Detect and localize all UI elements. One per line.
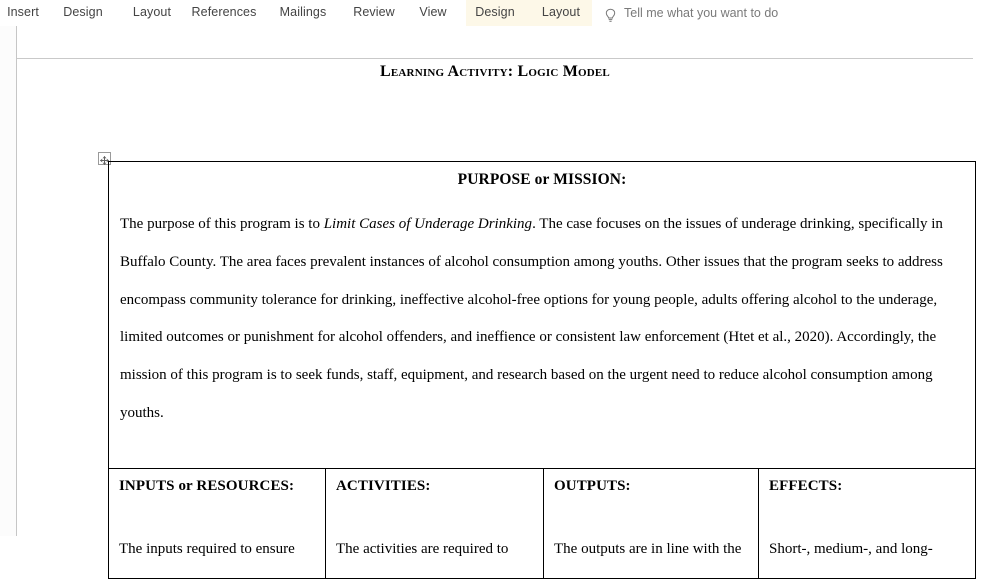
- ribbon-tab-mailings[interactable]: Mailings: [272, 0, 334, 26]
- column-body-effects: Short-, medium-, and long-: [769, 541, 933, 557]
- column-body-inputs: The inputs required to ensure: [119, 541, 295, 557]
- purpose-body-text: The purpose of this program is to Limit …: [120, 206, 964, 433]
- ribbon-tab-table-layout[interactable]: Layout: [534, 0, 588, 26]
- ribbon-tab-strip: Insert Design Layout References Mailings…: [0, 0, 988, 26]
- column-body-activities: The activities are required to: [336, 541, 509, 557]
- column-heading-effects: EFFECTS:: [769, 478, 843, 494]
- column-heading-inputs: INPUTS or RESOURCES:: [119, 478, 295, 494]
- column-cell-effects[interactable]: EFFECTS: Short-, medium-, and long-: [757, 468, 977, 579]
- tell-me-label: Tell me what you want to do: [624, 6, 779, 20]
- purpose-text-part-1: The purpose of this program is to: [120, 216, 324, 232]
- ribbon-tab-review[interactable]: Review: [348, 0, 400, 26]
- lightbulb-icon: [604, 6, 617, 22]
- logic-model-table[interactable]: PURPOSE or MISSION: The purpose of this …: [107, 161, 977, 579]
- page-left-gutter: [0, 26, 16, 536]
- ribbon-tab-table-design[interactable]: Design: [468, 0, 522, 26]
- ribbon-tab-design[interactable]: Design: [56, 0, 110, 26]
- document-title: Learning Activity: Logic Model: [380, 63, 610, 80]
- purpose-heading: PURPOSE or MISSION:: [457, 171, 627, 188]
- purpose-italic-phrase: Limit Cases of Underage Drinking: [323, 216, 533, 232]
- purpose-text-part-2: . The case focuses on the issues of unde…: [120, 216, 943, 421]
- column-cell-activities[interactable]: ACTIVITIES: The activities are required …: [325, 468, 544, 579]
- column-cell-outputs[interactable]: OUTPUTS: The outputs are in line with th…: [543, 468, 759, 579]
- tell-me-search[interactable]: Tell me what you want to do: [604, 0, 778, 26]
- ribbon-tab-insert[interactable]: Insert: [0, 0, 46, 26]
- column-cell-inputs[interactable]: INPUTS or RESOURCES: The inputs required…: [108, 468, 326, 579]
- page-left-border: [16, 26, 17, 536]
- header-body-divider: [17, 58, 973, 59]
- column-body-outputs: The outputs are in line with the: [554, 541, 742, 557]
- column-heading-outputs: OUTPUTS:: [554, 478, 631, 494]
- document-canvas[interactable]: Learning Activity: Logic Model PURPOSE o…: [0, 26, 988, 579]
- ribbon-tab-references[interactable]: References: [184, 0, 264, 26]
- column-heading-activities: ACTIVITIES:: [336, 478, 431, 494]
- table-row-columns: INPUTS or RESOURCES: The inputs required…: [108, 468, 977, 579]
- ribbon-tab-layout[interactable]: Layout: [126, 0, 178, 26]
- ribbon-tab-view[interactable]: View: [412, 0, 454, 26]
- purpose-mission-cell[interactable]: PURPOSE or MISSION: The purpose of this …: [107, 161, 977, 469]
- table-row-purpose: PURPOSE or MISSION: The purpose of this …: [107, 161, 977, 469]
